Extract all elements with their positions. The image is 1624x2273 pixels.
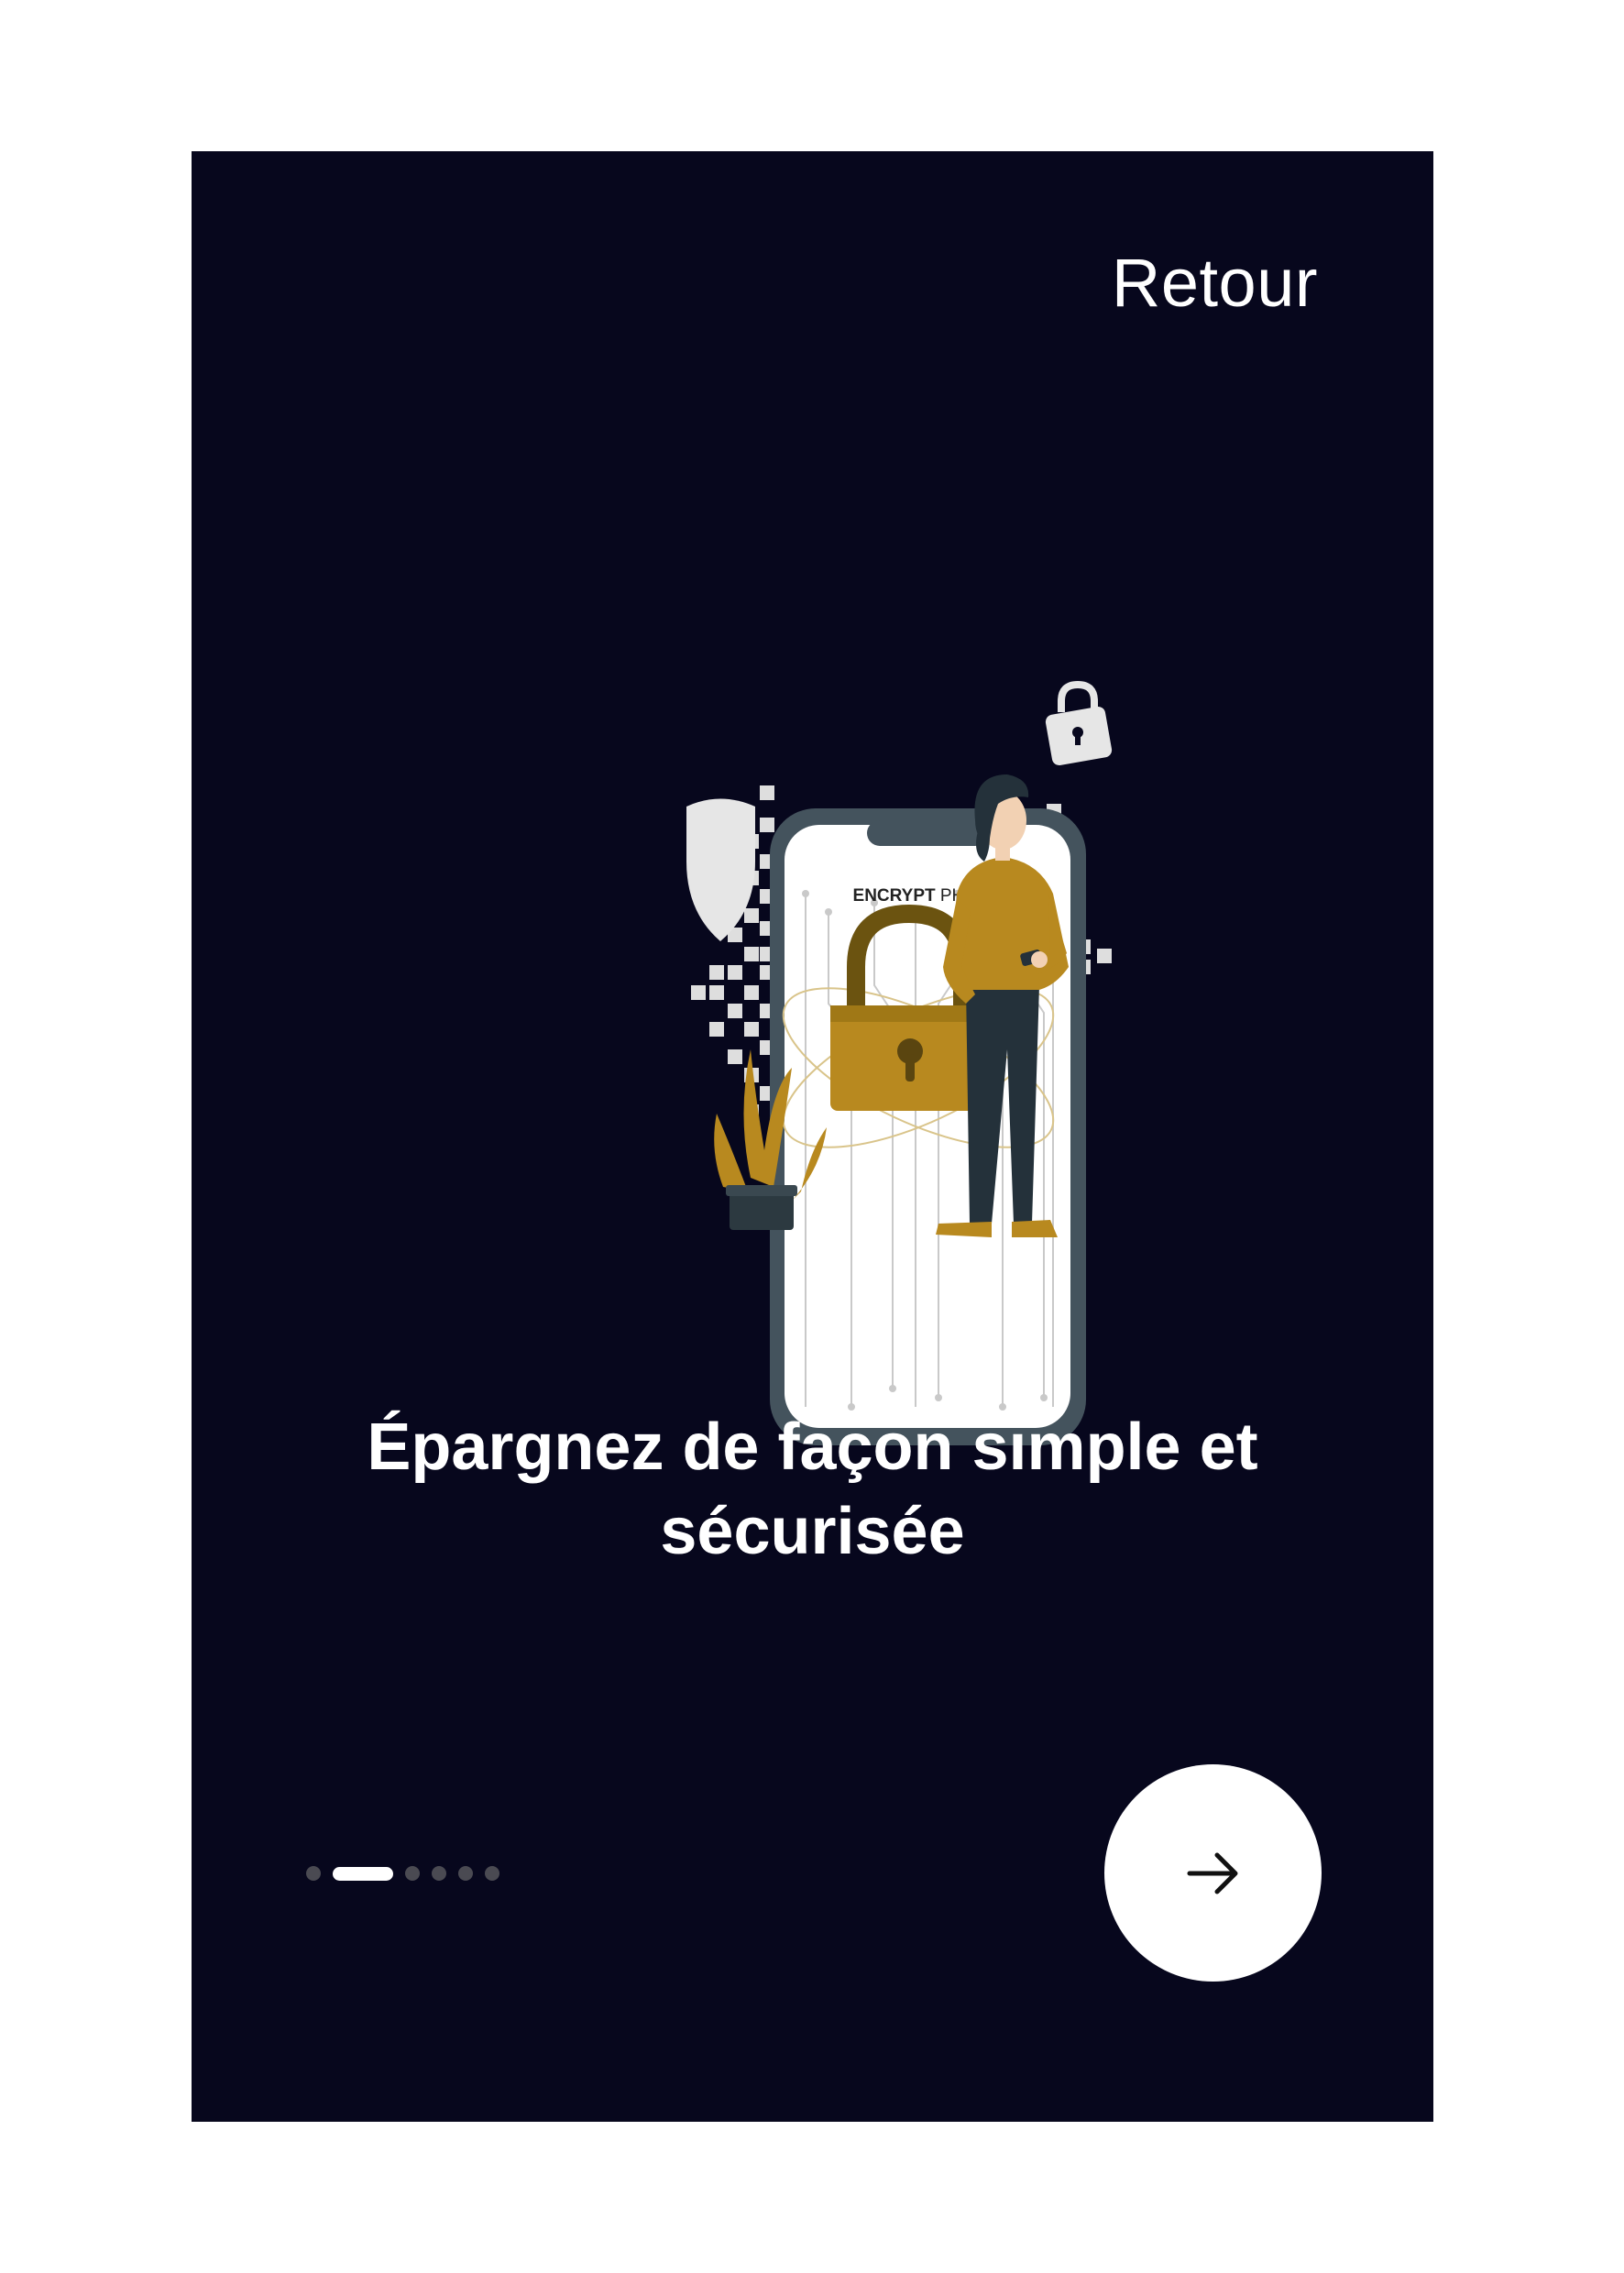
onboarding-headline: Épargnez de façon simple et sécurisée: [367, 1411, 1258, 1568]
back-button[interactable]: Retour: [1112, 249, 1318, 317]
phone-label-bold: ENCRYPT: [853, 886, 936, 906]
next-button[interactable]: [1104, 1764, 1322, 1982]
small-lock-icon: [1045, 680, 1113, 766]
page-indicator: [306, 1866, 499, 1881]
encrypt-phone-illustration: ENCRYPT PHONE: [686, 680, 1113, 1445]
onboarding-screen: Retour ENCRYPT Épargnez de façon simple …: [192, 151, 1433, 2122]
page-dot[interactable]: [485, 1866, 499, 1881]
page-dot-active[interactable]: [333, 1866, 393, 1881]
page-dot[interactable]: [306, 1866, 321, 1881]
page-dot[interactable]: [458, 1866, 473, 1881]
page-dot[interactable]: [405, 1866, 420, 1881]
arrow-right-icon: [1187, 1852, 1237, 1894]
page-dot[interactable]: [432, 1866, 446, 1881]
